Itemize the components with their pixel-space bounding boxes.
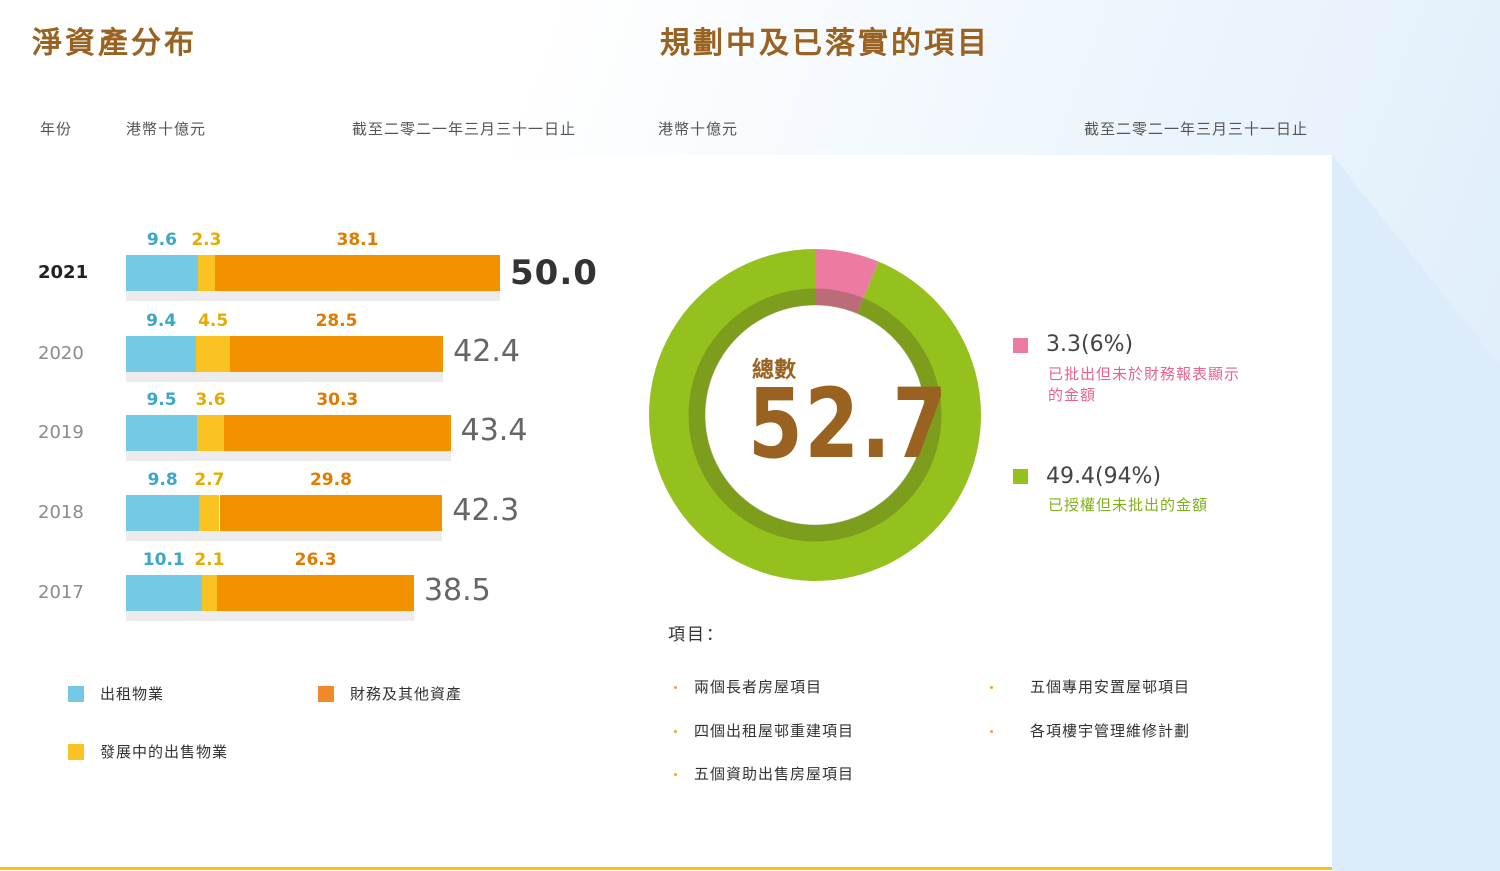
background-wedge: [1332, 155, 1500, 871]
net-assets-title: 淨資產分布: [32, 26, 197, 61]
legend-item-financial: 財務及其他資產: [318, 683, 462, 704]
donut-legend-desc-approved-line1: 已批出但未於財務報表顯示: [1048, 365, 1241, 383]
data-label-financial: 26.3: [294, 550, 337, 570]
donut-legend-desc-approved: 已批出但未於財務報表顯示 的金額: [1048, 364, 1240, 406]
project-item: 五個專用安置屋邨項目: [1030, 678, 1191, 696]
bar-segment-rental: [126, 255, 198, 291]
data-label-financial: 30.3: [316, 390, 359, 410]
data-label-rental: 9.4: [146, 311, 177, 331]
year-label: 2017: [38, 582, 84, 603]
legend-swatch-financial: [318, 685, 334, 702]
bar-shadow: [126, 451, 451, 461]
year-label: 2018: [38, 502, 84, 523]
unit-header-left: 港幣十億元: [126, 120, 207, 138]
project-item: 兩個長者房屋項目: [694, 678, 823, 696]
projects-title: 規劃中及已落實的項目: [660, 26, 990, 61]
project-item: 五個資助出售房屋項目: [694, 765, 855, 783]
year-label: 2020: [38, 343, 84, 364]
bar-segment-rental: [126, 575, 202, 611]
bullet-icon: [674, 686, 677, 689]
bar-segment-sale: [197, 255, 215, 291]
legend-label-rental: 出租物業: [100, 685, 165, 703]
bar-segment-rental: [126, 495, 200, 531]
bar-segment-sale: [197, 415, 224, 451]
donut-center-total: 52.7: [748, 368, 949, 480]
bar-segment-financial: [229, 336, 444, 372]
bar-segment-financial: [217, 575, 414, 611]
bar-segment-rental: [126, 415, 198, 451]
total-label: 38.5: [423, 573, 491, 608]
bar-segment-sale: [199, 495, 220, 531]
total-label: 42.3: [452, 493, 520, 528]
legend-item-rental: 出租物業: [68, 683, 164, 704]
project-item: 各項樓宇管理維修計劃: [1030, 722, 1191, 740]
data-label-financial: 38.1: [336, 230, 379, 250]
bar-shadow: [126, 531, 443, 541]
date-header-left: 截至二零二一年三月三十一日止: [352, 120, 577, 138]
data-label-rental: 9.6: [146, 230, 177, 250]
data-label-sale: 3.6: [195, 390, 226, 410]
data-label-sale: 2.1: [194, 550, 225, 570]
data-label-rental: 10.1: [142, 550, 185, 570]
total-label: 43.4: [460, 413, 528, 448]
legend-label-financial: 財務及其他資產: [350, 685, 463, 703]
year-label: 2021: [38, 262, 89, 283]
year-header: 年份: [40, 120, 73, 138]
bar-segment-financial: [223, 415, 451, 451]
bar-shadow: [126, 611, 414, 621]
unit-header-right: 港幣十億元: [658, 120, 739, 138]
data-label-financial: 28.5: [315, 311, 358, 331]
data-label-financial: 29.8: [309, 470, 352, 490]
year-label: 2019: [38, 422, 84, 443]
data-label-sale: 2.3: [191, 230, 222, 250]
bar-shadow: [126, 291, 500, 301]
bar-segment-financial: [215, 255, 500, 291]
bullet-icon: [990, 686, 993, 689]
data-label-sale: 2.7: [194, 470, 225, 490]
bar-segment-sale: [201, 575, 218, 611]
donut-legend-desc-authorised: 已授權但未批出的金額: [1048, 496, 1209, 514]
data-label-rental: 9.5: [146, 390, 177, 410]
data-label-rental: 9.8: [147, 470, 178, 490]
donut-legend-value-approved: 3.3(6%): [1046, 332, 1134, 357]
bullet-icon: [990, 730, 993, 733]
bar-segment-financial: [219, 495, 443, 531]
data-label-sale: 4.5: [198, 311, 229, 331]
bullet-icon: [674, 730, 677, 733]
bar-segment-sale: [196, 336, 230, 372]
bar-shadow: [126, 372, 444, 382]
donut-legend-swatch-approved: [1013, 338, 1028, 353]
donut-legend-value-authorised: 49.4(94%): [1046, 464, 1162, 489]
total-label: 50.0: [510, 253, 598, 293]
legend-label-sale: 發展中的出售物業: [100, 743, 229, 761]
bottom-rule: [0, 867, 1332, 870]
legend-item-sale: 發展中的出售物業: [68, 741, 228, 762]
projects-list-title: 項目：: [668, 625, 725, 645]
donut-legend-desc-approved-line2: 的金額: [1048, 386, 1097, 404]
bullet-icon: [674, 773, 677, 776]
project-item: 四個出租屋邨重建項目: [694, 722, 855, 740]
donut-legend-swatch-authorised: [1013, 469, 1028, 484]
bar-segment-rental: [126, 336, 197, 372]
total-label: 42.4: [453, 334, 520, 369]
legend-swatch-sale: [68, 743, 84, 760]
legend-swatch-rental: [68, 685, 84, 702]
date-header-right: 截至二零二一年三月三十一日止: [1084, 120, 1309, 138]
